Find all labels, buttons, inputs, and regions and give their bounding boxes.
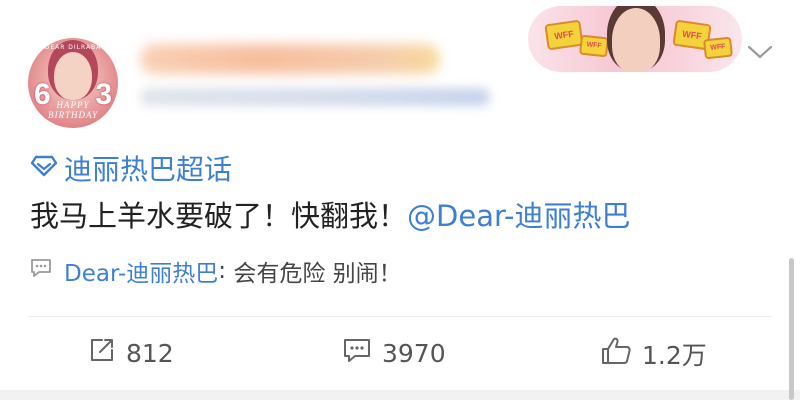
super-topic-link[interactable]: 迪丽热巴超话 (30, 148, 232, 188)
decoration-badge[interactable]: WFF WFF WFF WFF (528, 6, 742, 72)
like-button[interactable]: 1.2万 (600, 336, 707, 372)
comment-text: 会有危险 别闹！ (233, 261, 402, 287)
comment-preview[interactable]: Dear-迪丽热巴: 会有危险 别闹！ (30, 254, 402, 288)
avatar-portrait (54, 52, 92, 100)
badge-sign: WFF (544, 19, 584, 51)
avatar-caption: HAPPY BIRTHDAY (47, 100, 98, 120)
diamond-icon (30, 152, 64, 185)
weibo-post-card: DEAR DILRABA 6 3 HAPPY BIRTHDAY WFF WFF … (0, 0, 800, 400)
divider (28, 316, 772, 317)
repost-button[interactable]: 812 (88, 336, 174, 370)
badge-portrait (612, 8, 660, 72)
post-body-text: 我马上羊水要破了！快翻我！ (30, 199, 408, 233)
comment-button[interactable]: 3970 (342, 336, 446, 370)
comment-bubble-icon (30, 258, 64, 284)
comment-count: 3970 (382, 338, 446, 368)
comment-icon (342, 336, 382, 370)
feed-separator (0, 390, 800, 400)
chevron-down-icon[interactable] (746, 42, 774, 62)
action-bar: 812 3970 1.2万 (0, 318, 800, 388)
repost-icon (88, 336, 126, 370)
repost-count: 812 (126, 338, 174, 368)
comment-separator: : (218, 258, 234, 284)
username-blurred[interactable] (140, 44, 440, 74)
thumbs-up-icon (600, 336, 642, 372)
badge-sign-small: WFF (703, 36, 733, 60)
post-meta-blurred (140, 88, 490, 106)
comment-author[interactable]: Dear-迪丽热巴 (64, 254, 218, 288)
post-body: 我马上羊水要破了！快翻我！@Dear-迪丽热巴 (30, 193, 631, 235)
avatar-top-text: DEAR DILRABA (44, 44, 102, 51)
avatar[interactable]: DEAR DILRABA 6 3 HAPPY BIRTHDAY (28, 38, 118, 128)
super-topic-label: 迪丽热巴超话 (64, 153, 233, 186)
mention-link[interactable]: @Dear-迪丽热巴 (407, 199, 630, 233)
like-count: 1.2万 (642, 341, 707, 370)
badge-sign-small: WFF (579, 34, 609, 58)
scrollbar[interactable] (789, 258, 794, 400)
